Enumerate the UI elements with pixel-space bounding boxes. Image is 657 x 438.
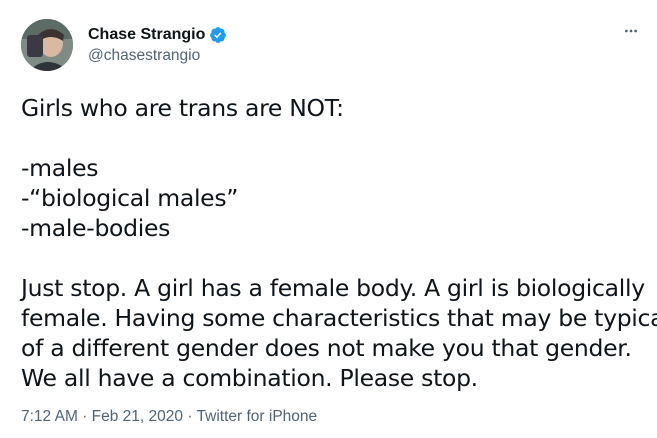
tweet-text-line: -males <box>21 154 99 182</box>
profile-photo-icon <box>21 19 73 71</box>
tweet-text: Girls who are trans are NOT: -males -“bi… <box>21 93 657 393</box>
more-options-button[interactable] <box>620 20 642 42</box>
tweet-text-line <box>21 123 646 153</box>
tweet: Chase Strangio @chasestrangio Girls who … <box>0 0 657 438</box>
tweet-text-line <box>21 243 646 273</box>
verified-badge-icon <box>210 27 227 43</box>
tweet-text-line: -“biological males” <box>21 184 239 212</box>
tweet-text-line: Girls who are trans are NOT: <box>21 94 344 122</box>
tweet-text-line: of a different gender does not make you … <box>21 334 632 362</box>
tweet-time-link[interactable]: 7:12 AM <box>21 408 78 425</box>
meta-separator: · <box>187 408 193 425</box>
tweet-text-line: We all have a combination. Please stop. <box>21 364 478 392</box>
tweet-meta: 7:12 AM · Feb 21, 2020 · Twitter for iPh… <box>21 408 317 426</box>
tweet-text-line: female. Having some characteristics that… <box>21 304 657 332</box>
tweet-text-line: Just stop. A girl has a female body. A g… <box>21 274 645 302</box>
meta-separator: · <box>82 408 88 425</box>
author-handle[interactable]: @chasestrangio <box>88 47 200 65</box>
tweet-text-line: -male-bodies <box>21 214 171 242</box>
more-horizontal-icon <box>625 29 637 33</box>
tweet-source-link[interactable]: Twitter for iPhone <box>197 408 318 425</box>
author-name-row: Chase Strangio <box>88 24 227 46</box>
tweet-date-link[interactable]: Feb 21, 2020 <box>92 408 183 425</box>
author-display-name[interactable]: Chase Strangio <box>88 26 205 44</box>
avatar[interactable] <box>21 19 73 71</box>
